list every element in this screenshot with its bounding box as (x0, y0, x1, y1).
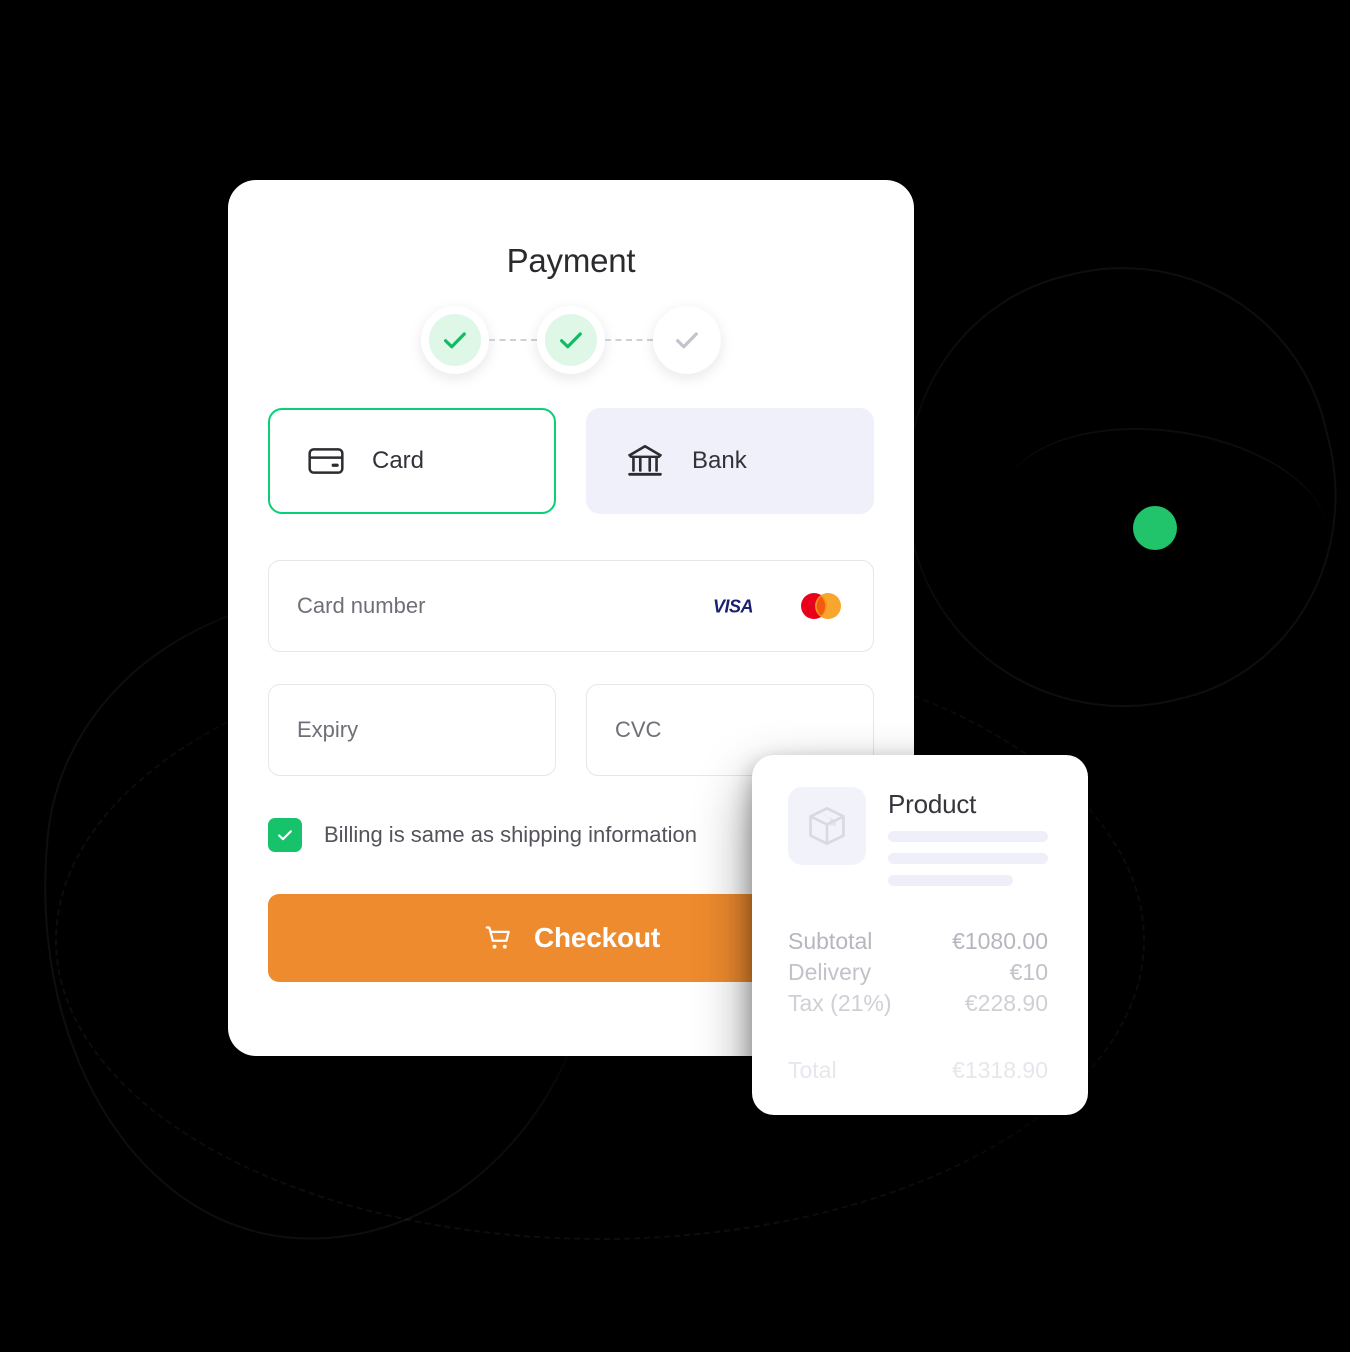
checkout-stepper (268, 306, 874, 374)
background-circle-right-decoration (858, 222, 1350, 754)
stepper-step-2-circle (545, 314, 597, 366)
bank-icon (627, 444, 663, 476)
summary-row-tax: Tax (21%) €228.90 (788, 988, 1048, 1019)
card-number-placeholder: Card number (297, 593, 426, 618)
check-icon (560, 332, 582, 349)
checkout-button-label: Checkout (534, 922, 660, 953)
expiry-placeholder: Expiry (297, 717, 359, 742)
stepper-connector-2 (605, 339, 653, 341)
accepted-card-brands: VISA (713, 591, 845, 621)
product-meta: Product (888, 787, 1048, 886)
mastercard-logo (801, 593, 841, 619)
payment-method-tab-bank-label: Bank (692, 447, 747, 474)
cvc-placeholder: CVC (615, 717, 662, 742)
visa-logo: VISA (713, 597, 754, 617)
order-summary-lines: Subtotal €1080.00 Delivery €10 Tax (21%)… (788, 926, 1048, 1086)
check-icon (444, 332, 466, 349)
payment-method-tab-card[interactable]: Card (268, 408, 556, 514)
stepper-step-1[interactable] (421, 306, 489, 374)
package-box-icon (809, 807, 845, 845)
payment-method-tabs: Card Bank (268, 408, 874, 514)
summary-row-tax-value: €228.90 (964, 990, 1048, 1016)
summary-row-total-label: Total (788, 1057, 837, 1083)
summary-row-subtotal-value: €1080.00 (952, 928, 1048, 954)
summary-row-delivery: Delivery €10 (788, 957, 1048, 988)
expiry-input[interactable]: Expiry (268, 684, 556, 776)
stepper-connector-1 (489, 339, 537, 341)
product-skeleton-line-1 (888, 831, 1048, 842)
payment-method-tab-card-label: Card (372, 447, 425, 474)
product-thumbnail (788, 787, 866, 865)
product-header: Product (788, 787, 1048, 886)
summary-row-tax-label: Tax (21%) (788, 990, 892, 1016)
screenshot-stage: Payment Card Bank Card number VISA Expir… (0, 0, 1350, 1352)
stepper-step-3[interactable] (653, 306, 721, 374)
order-summary-card: Product Subtotal €1080.00 Delivery €10 T… (752, 755, 1088, 1115)
billing-same-as-shipping-checkbox[interactable] (268, 818, 302, 852)
summary-row-total: Total €1318.90 (788, 1055, 1048, 1086)
summary-row-total-value: €1318.90 (952, 1057, 1048, 1083)
summary-row-delivery-value: €10 (1009, 959, 1048, 985)
green-dot-decoration (1133, 506, 1177, 550)
check-icon (278, 830, 292, 841)
billing-same-as-shipping-label: Billing is same as shipping information (324, 822, 697, 847)
check-icon (676, 332, 698, 349)
stepper-step-2[interactable] (537, 306, 605, 374)
svg-text:VISA: VISA (713, 597, 753, 617)
card-number-input[interactable]: Card number VISA (268, 560, 874, 652)
product-skeleton-line-3 (888, 875, 1013, 886)
summary-row-subtotal: Subtotal €1080.00 (788, 926, 1048, 957)
shopping-cart-icon (485, 926, 510, 949)
product-title: Product (888, 789, 977, 819)
product-skeleton-line-2 (888, 853, 1048, 864)
credit-card-icon (308, 448, 344, 474)
summary-row-delivery-label: Delivery (788, 959, 872, 985)
stepper-step-3-circle (661, 314, 713, 366)
summary-row-subtotal-label: Subtotal (788, 928, 873, 954)
stepper-step-1-circle (429, 314, 481, 366)
page-title: Payment (506, 242, 636, 279)
payment-method-tab-bank[interactable]: Bank (586, 408, 874, 514)
